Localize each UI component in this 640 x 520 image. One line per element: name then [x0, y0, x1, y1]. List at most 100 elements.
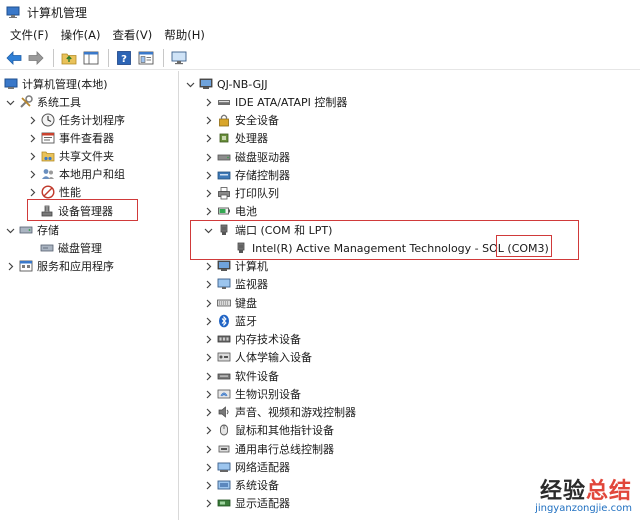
monitor-icon[interactable] [169, 48, 189, 68]
tree-item-event-viewer[interactable]: 事件查看器 [26, 129, 114, 147]
event-viewer-icon [41, 131, 55, 145]
device-category-ide[interactable]: IDE ATA/ATAPI 控制器 [202, 93, 347, 111]
tree-item-storage[interactable]: 存储 [4, 221, 59, 239]
chevron-right-icon[interactable] [4, 260, 16, 272]
shared-folder-icon [41, 149, 55, 163]
tree-item-label: 磁盘管理 [58, 242, 102, 255]
tree-item-task-scheduler[interactable]: 任务计划程序 [26, 111, 125, 129]
back-arrow-icon[interactable] [4, 48, 24, 68]
device-category-processor[interactable]: 处理器 [202, 129, 268, 147]
tree-item-system-tools[interactable]: 系统工具 [4, 93, 81, 111]
computer-management-icon [6, 6, 20, 18]
chevron-right-icon[interactable] [202, 96, 214, 108]
chevron-right-icon[interactable] [26, 168, 38, 180]
tree-item-local-users[interactable]: 本地用户和组 [26, 165, 125, 183]
chevron-down-icon[interactable] [4, 224, 16, 236]
device-category-print-queue[interactable]: 打印队列 [202, 184, 279, 202]
tree-item-label: 任务计划程序 [59, 114, 125, 127]
device-category-keyboards[interactable]: 键盘 [202, 294, 257, 312]
chevron-right-icon[interactable] [202, 132, 214, 144]
chevron-right-icon[interactable] [202, 388, 214, 400]
device-category-label: 安全设备 [235, 114, 279, 127]
device-category-label: 人体学输入设备 [235, 351, 312, 364]
chevron-right-icon[interactable] [202, 333, 214, 345]
chevron-right-icon[interactable] [202, 443, 214, 455]
menu-file[interactable]: 文件(F) [4, 25, 55, 45]
chevron-right-icon[interactable] [202, 151, 214, 163]
chevron-right-icon[interactable] [26, 186, 38, 198]
show-hide-tree-icon[interactable] [81, 48, 101, 68]
tree-item-services-apps[interactable]: 服务和应用程序 [4, 257, 114, 275]
device-category-bluetooth[interactable]: 蓝牙 [202, 312, 257, 330]
memory-icon [217, 332, 231, 346]
watermark-text-part2: 总结 [585, 479, 632, 504]
up-folder-icon[interactable] [59, 48, 79, 68]
chevron-right-icon[interactable] [202, 351, 214, 363]
properties-icon[interactable] [136, 48, 156, 68]
tree-item-disk-management[interactable]: 磁盘管理 [40, 239, 102, 257]
chevron-right-icon[interactable] [202, 187, 214, 199]
menu-action[interactable]: 操作(A) [55, 25, 107, 45]
chevron-right-icon[interactable] [26, 132, 38, 144]
tree-item-label: 计算机管理(本地) [22, 78, 108, 91]
device-category-usb[interactable]: 通用串行总线控制器 [202, 440, 334, 458]
device-category-battery[interactable]: 电池 [202, 202, 257, 220]
chevron-right-icon[interactable] [202, 278, 214, 290]
usb-icon [217, 442, 231, 456]
chevron-right-icon[interactable] [202, 424, 214, 436]
chevron-right-icon[interactable] [202, 315, 214, 327]
device-category-sound[interactable]: 声音、视频和游戏控制器 [202, 403, 356, 421]
device-category-mice[interactable]: 鼠标和其他指针设备 [202, 421, 334, 439]
svg-text:?: ? [121, 54, 127, 65]
chevron-right-icon[interactable] [202, 205, 214, 217]
software-device-icon [217, 369, 231, 383]
chevron-right-icon[interactable] [202, 497, 214, 509]
tree-item-shared-folders[interactable]: 共享文件夹 [26, 147, 114, 165]
device-category-software[interactable]: 软件设备 [202, 367, 279, 385]
chevron-right-icon[interactable] [202, 260, 214, 272]
monitor-icon [217, 277, 231, 291]
chevron-right-icon[interactable] [202, 169, 214, 181]
tree-item-label: 事件查看器 [59, 132, 114, 145]
chevron-right-icon[interactable] [202, 406, 214, 418]
disk-drive-icon [217, 150, 231, 164]
chevron-right-icon[interactable] [202, 370, 214, 382]
forward-arrow-icon[interactable] [26, 48, 46, 68]
keyboard-icon [217, 296, 231, 310]
menu-help[interactable]: 帮助(H) [158, 25, 211, 45]
tree-item-label: 存储 [37, 224, 59, 237]
chevron-down-icon[interactable] [4, 96, 16, 108]
chevron-right-icon[interactable] [202, 479, 214, 491]
device-category-hid[interactable]: 人体学输入设备 [202, 348, 312, 366]
chevron-right-icon[interactable] [202, 297, 214, 309]
computer-icon [199, 77, 213, 91]
mouse-icon [217, 423, 231, 437]
device-category-label: 处理器 [235, 132, 268, 145]
chevron-right-icon[interactable] [26, 114, 38, 126]
device-category-monitors[interactable]: 监视器 [202, 275, 268, 293]
device-category-computer[interactable]: 计算机 [202, 257, 268, 275]
device-category-label: 键盘 [235, 297, 257, 310]
toolbar-separator [163, 48, 164, 67]
menu-view[interactable]: 查看(V) [106, 25, 158, 45]
device-category-storage-controllers[interactable]: 存储控制器 [202, 166, 290, 184]
device-category-network[interactable]: 网络适配器 [202, 458, 290, 476]
device-category-biometric[interactable]: 生物识别设备 [202, 385, 301, 403]
chevron-right-icon[interactable] [202, 114, 214, 126]
device-tree-root[interactable]: QJ-NB-GJJ [184, 75, 268, 93]
device-category-memory-tech[interactable]: 内存技术设备 [202, 330, 301, 348]
services-icon [19, 259, 33, 273]
toolbar-separator [108, 48, 109, 67]
device-category-security[interactable]: 安全设备 [202, 111, 279, 129]
device-category-system[interactable]: 系统设备 [202, 476, 279, 494]
device-category-disk-drives[interactable]: 磁盘驱动器 [202, 148, 290, 166]
tree-item-root[interactable]: 计算机管理(本地) [4, 75, 108, 93]
clock-icon [41, 113, 55, 127]
help-icon[interactable]: ? [114, 48, 134, 68]
chevron-down-icon[interactable] [184, 78, 196, 90]
watermark: 经验总结 jingyanzongjie.com [535, 473, 632, 514]
chevron-right-icon[interactable] [26, 150, 38, 162]
chevron-right-icon[interactable] [202, 461, 214, 473]
watermark-url: jingyanzongjie.com [535, 503, 632, 514]
device-category-display[interactable]: 显示适配器 [202, 494, 290, 512]
